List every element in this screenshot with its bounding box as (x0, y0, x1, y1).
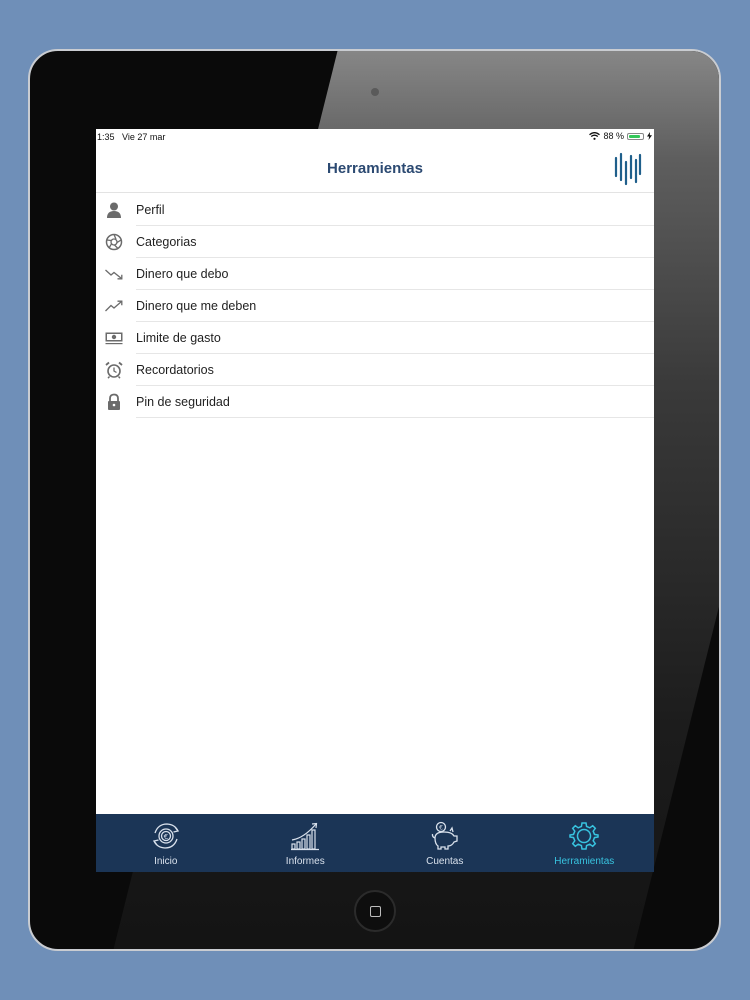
page-title: Herramientas (327, 160, 423, 177)
menu-item-dinero-que-me-deben[interactable]: Dinero que me deben (96, 290, 654, 322)
status-right: 88 % (589, 131, 652, 141)
tab-bar: € Inicio Informes € Cuentas Herramientas (96, 814, 654, 872)
lock-icon (108, 393, 120, 410)
status-date: Vie 27 mar (122, 132, 166, 142)
tab-label: Herramientas (554, 856, 615, 867)
aperture-icon (105, 233, 123, 251)
camera-icon (371, 88, 379, 96)
home-button[interactable] (354, 890, 396, 932)
menu-item-label: Categorias (136, 235, 197, 249)
menu-item-dinero-que-debo[interactable]: Dinero que debo (96, 258, 654, 290)
svg-text:€: € (439, 825, 443, 832)
bar-chart-icon (291, 822, 320, 851)
tab-cuentas[interactable]: € Cuentas (375, 814, 515, 872)
svg-text:€: € (164, 833, 168, 841)
tools-menu: Perfil Categorias Dinero que debo Dinero… (96, 194, 654, 418)
battery-icon (627, 132, 644, 140)
menu-item-label: Recordatorios (136, 363, 214, 377)
bars-logo-icon[interactable] (614, 152, 642, 186)
gear-icon (569, 822, 599, 850)
divider (136, 417, 654, 418)
status-time: 1:35 (97, 132, 115, 142)
menu-item-perfil[interactable]: Perfil (96, 194, 654, 226)
tab-inicio[interactable]: € Inicio (96, 814, 236, 872)
menu-item-label: Pin de seguridad (136, 395, 230, 409)
home-square-icon (370, 906, 381, 917)
menu-item-label: Limite de gasto (136, 331, 221, 345)
alarm-clock-icon (105, 361, 123, 379)
menu-item-recordatorios[interactable]: Recordatorios (96, 354, 654, 386)
menu-item-categorias[interactable]: Categorias (96, 226, 654, 258)
menu-item-pin-de-seguridad[interactable]: Pin de seguridad (96, 386, 654, 418)
trend-down-icon (105, 269, 123, 280)
tab-label: Informes (285, 856, 325, 867)
trend-up-icon (105, 300, 123, 312)
battery-percent: 88 % (603, 131, 624, 141)
charging-bolt-icon (647, 132, 652, 140)
tab-label: Inicio (154, 856, 178, 867)
app-screen: 1:35 Vie 27 mar 88 % Herramientas Perfil… (96, 129, 654, 872)
menu-item-label: Perfil (136, 203, 165, 217)
person-icon (107, 202, 121, 218)
tab-informes[interactable]: Informes (236, 814, 376, 872)
menu-item-label: Dinero que debo (136, 267, 229, 281)
coin-cycle-icon: € (152, 823, 179, 849)
banknote-icon (105, 332, 123, 345)
tab-herramientas[interactable]: Herramientas (515, 814, 655, 872)
navigation-bar: Herramientas (96, 145, 654, 193)
menu-item-limite-de-gasto[interactable]: Limite de gasto (96, 322, 654, 354)
wifi-icon (589, 132, 601, 140)
piggy-bank-icon: € (431, 821, 458, 850)
menu-item-label: Dinero que me deben (136, 299, 257, 313)
tab-label: Cuentas (426, 856, 464, 867)
status-bar: 1:35 Vie 27 mar 88 % (96, 129, 654, 145)
